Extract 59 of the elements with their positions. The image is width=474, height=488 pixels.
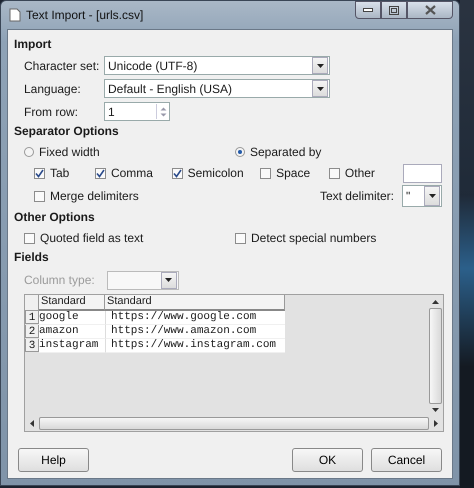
dropdown-arrow-icon — [316, 86, 324, 90]
column-header[interactable]: Standard — [39, 295, 105, 311]
separator-checkbox[interactable]: Semicolon — [172, 166, 260, 180]
separator-checkbox[interactable]: Other — [328, 166, 403, 180]
dropdown-arrow-icon — [316, 64, 324, 68]
document-icon — [9, 8, 21, 22]
text-delimiter-dropdown[interactable]: " — [402, 185, 442, 207]
table-cell: https://www.instagram.com — [105, 339, 285, 353]
radio-option[interactable]: Separated by — [235, 145, 446, 159]
dropdown-arrow-icon — [165, 278, 172, 282]
column-type-dropdown[interactable] — [106, 270, 179, 290]
close-icon — [424, 5, 436, 15]
column-header[interactable]: Standard — [105, 295, 285, 311]
dialog-button[interactable]: OK — [292, 448, 363, 472]
field-label: Character set: — [24, 58, 100, 72]
language-dropdown[interactable]: Default - English (USA) — [104, 79, 330, 98]
scroll-down-icon — [432, 408, 438, 412]
other-separator-field[interactable] — [402, 164, 442, 182]
option-checkbox[interactable]: Quoted field as text — [24, 231, 235, 245]
separator-checkbox[interactable]: Comma — [94, 166, 172, 180]
character-set-dropdown[interactable]: Unicode (UTF-8) — [104, 56, 330, 75]
checkmark-icon — [35, 168, 44, 178]
table-cell: amazon — [39, 325, 105, 339]
table-cell: https://www.google.com — [105, 311, 285, 325]
table-cell: instagram — [39, 339, 105, 353]
table-cell: google — [39, 311, 105, 325]
field-label: From row: — [24, 104, 78, 118]
maximize-icon — [389, 6, 399, 14]
row-number: 3 — [25, 339, 39, 352]
merge-delimiters-checkbox[interactable]: Merge delimiters — [34, 189, 139, 203]
checkmark-icon — [172, 168, 182, 178]
scroll-left-icon — [30, 420, 34, 426]
separator-checkbox[interactable]: Space — [260, 166, 329, 180]
scroll-up-icon — [432, 300, 438, 304]
separator-checkbox[interactable]: Tab — [34, 166, 95, 180]
minimize-button[interactable] — [355, 1, 381, 19]
minimize-icon — [363, 8, 373, 12]
field-label: Text delimiter: — [320, 189, 394, 203]
section-heading: Separator Options — [14, 124, 120, 138]
dialog-button[interactable]: Cancel — [371, 448, 442, 472]
table-cell: https://www.amazon.com — [105, 325, 285, 339]
section-heading: Fields — [14, 250, 50, 264]
close-button[interactable] — [407, 1, 453, 19]
field-label: Column type: — [24, 273, 95, 287]
scroll-right-icon — [434, 420, 438, 426]
radio-option[interactable]: Fixed width — [24, 145, 235, 159]
dropdown-arrow-icon — [428, 194, 436, 198]
checkmark-icon — [96, 168, 105, 178]
row-number: 2 — [25, 325, 39, 338]
section-heading: Import — [14, 37, 52, 51]
row-number: 1 — [25, 311, 39, 324]
maximize-button[interactable] — [381, 1, 407, 19]
from-row-spinbox[interactable]: 1 — [104, 102, 170, 121]
spin-arrows-icon — [158, 104, 168, 118]
option-checkbox[interactable]: Detect special numbers — [235, 231, 446, 245]
window-title: Text Import - [urls.csv] — [26, 8, 144, 22]
dialog-button[interactable]: Help — [18, 448, 89, 472]
section-heading: Other Options — [14, 210, 96, 224]
field-label: Language: — [24, 82, 81, 96]
